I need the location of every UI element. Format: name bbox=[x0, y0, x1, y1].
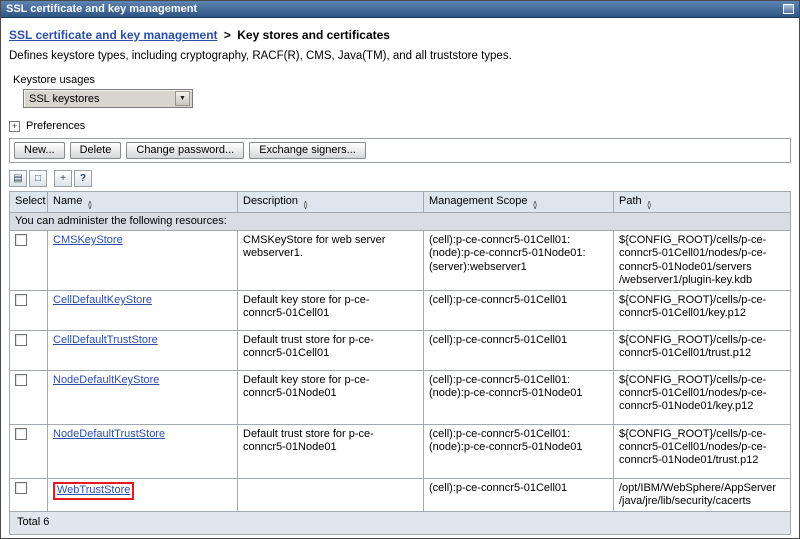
delete-button[interactable]: Delete bbox=[70, 142, 122, 159]
breadcrumb-link[interactable]: SSL certificate and key management bbox=[9, 28, 218, 42]
cell-scope: (cell):p-ce-conncr5-01Cell01 bbox=[424, 290, 614, 330]
col-header-scope[interactable]: Management Scope∧∨ bbox=[424, 192, 614, 213]
expand-plus-icon[interactable]: + bbox=[9, 121, 20, 132]
cell-path: ${CONFIG_ROOT}/cells/p-ce- conncr5-01Cel… bbox=[614, 370, 791, 424]
sort-icons[interactable]: ∧∨ bbox=[647, 202, 652, 210]
keystore-link[interactable]: NodeDefaultTrustStore bbox=[53, 428, 165, 440]
cell-path: ${CONFIG_ROOT}/cells/p-ce- conncr5-01Cel… bbox=[614, 424, 791, 478]
new-button[interactable]: New... bbox=[14, 142, 65, 159]
cell-path: ${CONFIG_ROOT}/cells/p-ce- conncr5-01Cel… bbox=[614, 290, 791, 330]
preferences-label: Preferences bbox=[26, 120, 85, 132]
cell-scope: (cell):p-ce-conncr5-01Cell01 bbox=[424, 330, 614, 370]
col-header-name[interactable]: Name∧∨ bbox=[48, 192, 238, 213]
help-icon[interactable]: ? bbox=[74, 170, 92, 187]
table-header-row: Select Name∧∨ Description∧∨ Management S… bbox=[10, 192, 791, 213]
sort-icons[interactable]: ∧∨ bbox=[87, 202, 92, 210]
breadcrumb-current: Key stores and certificates bbox=[237, 28, 390, 42]
row-checkbox[interactable] bbox=[15, 482, 27, 494]
cell-path: /opt/IBM/WebSphere/AppServer /java/jre/l… bbox=[614, 478, 791, 511]
cell-description: CMSKeyStore for web server webserver1. bbox=[238, 231, 424, 291]
annotation-highlight-box: WebTrustStore bbox=[53, 482, 134, 500]
table-total-row: Total 6 bbox=[10, 512, 791, 534]
table-row: CMSKeyStore CMSKeyStore for web server w… bbox=[10, 231, 791, 291]
table-row: NodeDefaultTrustStore Default trust stor… bbox=[10, 424, 791, 478]
page-content: SSL certificate and key management > Key… bbox=[1, 18, 799, 538]
keystore-usages-value: SSL keystores bbox=[29, 93, 100, 105]
titlebar: SSL certificate and key management bbox=[1, 1, 799, 18]
col-header-description[interactable]: Description∧∨ bbox=[238, 192, 424, 213]
col-header-select: Select bbox=[10, 192, 48, 213]
table-caption-row: You can administer the following resourc… bbox=[10, 213, 791, 231]
preferences-toggle[interactable]: + Preferences bbox=[9, 120, 791, 132]
select-all-icon[interactable]: ▤ bbox=[9, 170, 27, 187]
table-row: NodeDefaultKeyStore Default key store fo… bbox=[10, 370, 791, 424]
cell-scope: (cell):p-ce-conncr5-01Cell01: (node):p-c… bbox=[424, 424, 614, 478]
table-icon-bar: ▤ □ + ? bbox=[9, 170, 791, 187]
row-checkbox[interactable] bbox=[15, 294, 27, 306]
table-row: WebTrustStore (cell):p-ce-conncr5-01Cell… bbox=[10, 478, 791, 511]
cell-scope: (cell):p-ce-conncr5-01Cell01 bbox=[424, 478, 614, 511]
keystore-link[interactable]: CMSKeyStore bbox=[53, 234, 123, 246]
cell-description: Default trust store for p-ce- conncr5-01… bbox=[238, 424, 424, 478]
table-row: CellDefaultKeyStore Default key store fo… bbox=[10, 290, 791, 330]
keystore-link[interactable]: WebTrustStore bbox=[57, 484, 130, 496]
ssl-management-window: SSL certificate and key management SSL c… bbox=[0, 0, 800, 539]
col-header-path[interactable]: Path∧∨ bbox=[614, 192, 791, 213]
keystore-link[interactable]: CellDefaultTrustStore bbox=[53, 334, 158, 346]
keystore-link[interactable]: NodeDefaultKeyStore bbox=[53, 374, 159, 386]
row-checkbox[interactable] bbox=[15, 234, 27, 246]
row-checkbox[interactable] bbox=[15, 374, 27, 386]
sort-icons[interactable]: ∧∨ bbox=[303, 202, 308, 210]
change-password-button[interactable]: Change password... bbox=[126, 142, 244, 159]
page-description: Defines keystore types, including crypto… bbox=[9, 50, 791, 62]
titlebar-window-icon[interactable] bbox=[783, 4, 794, 14]
cell-description bbox=[238, 478, 424, 511]
cell-description: Default key store for p-ce- conncr5-01No… bbox=[238, 370, 424, 424]
breadcrumb: SSL certificate and key management > Key… bbox=[9, 28, 791, 42]
keystore-usages-select[interactable]: SSL keystores ▼ bbox=[23, 89, 193, 108]
row-checkbox[interactable] bbox=[15, 428, 27, 440]
cell-description: Default key store for p-ce- conncr5-01Ce… bbox=[238, 290, 424, 330]
breadcrumb-separator: > bbox=[224, 28, 231, 42]
table-button-bar: New... Delete Change password... Exchang… bbox=[9, 138, 791, 163]
cell-scope: (cell):p-ce-conncr5-01Cell01: (node):p-c… bbox=[424, 370, 614, 424]
dropdown-arrow-icon[interactable]: ▼ bbox=[175, 91, 190, 106]
keystore-link[interactable]: CellDefaultKeyStore bbox=[53, 294, 152, 306]
table-total: Total 6 bbox=[10, 512, 791, 534]
keystore-usages-label: Keystore usages bbox=[13, 74, 791, 86]
keystores-table: Select Name∧∨ Description∧∨ Management S… bbox=[9, 191, 791, 535]
row-checkbox[interactable] bbox=[15, 334, 27, 346]
cell-path: ${CONFIG_ROOT}/cells/p-ce- conncr5-01Cel… bbox=[614, 330, 791, 370]
titlebar-title: SSL certificate and key management bbox=[6, 3, 197, 15]
show-filter-icon[interactable]: + bbox=[54, 170, 72, 187]
cell-scope: (cell):p-ce-conncr5-01Cell01: (node):p-c… bbox=[424, 231, 614, 291]
cell-path: ${CONFIG_ROOT}/cells/p-ce- conncr5-01Cel… bbox=[614, 231, 791, 291]
deselect-all-icon[interactable]: □ bbox=[29, 170, 47, 187]
exchange-signers-button[interactable]: Exchange signers... bbox=[249, 142, 366, 159]
cell-description: Default trust store for p-ce- conncr5-01… bbox=[238, 330, 424, 370]
table-caption: You can administer the following resourc… bbox=[10, 213, 791, 231]
table-row: CellDefaultTrustStore Default trust stor… bbox=[10, 330, 791, 370]
sort-icons[interactable]: ∧∨ bbox=[532, 202, 537, 210]
